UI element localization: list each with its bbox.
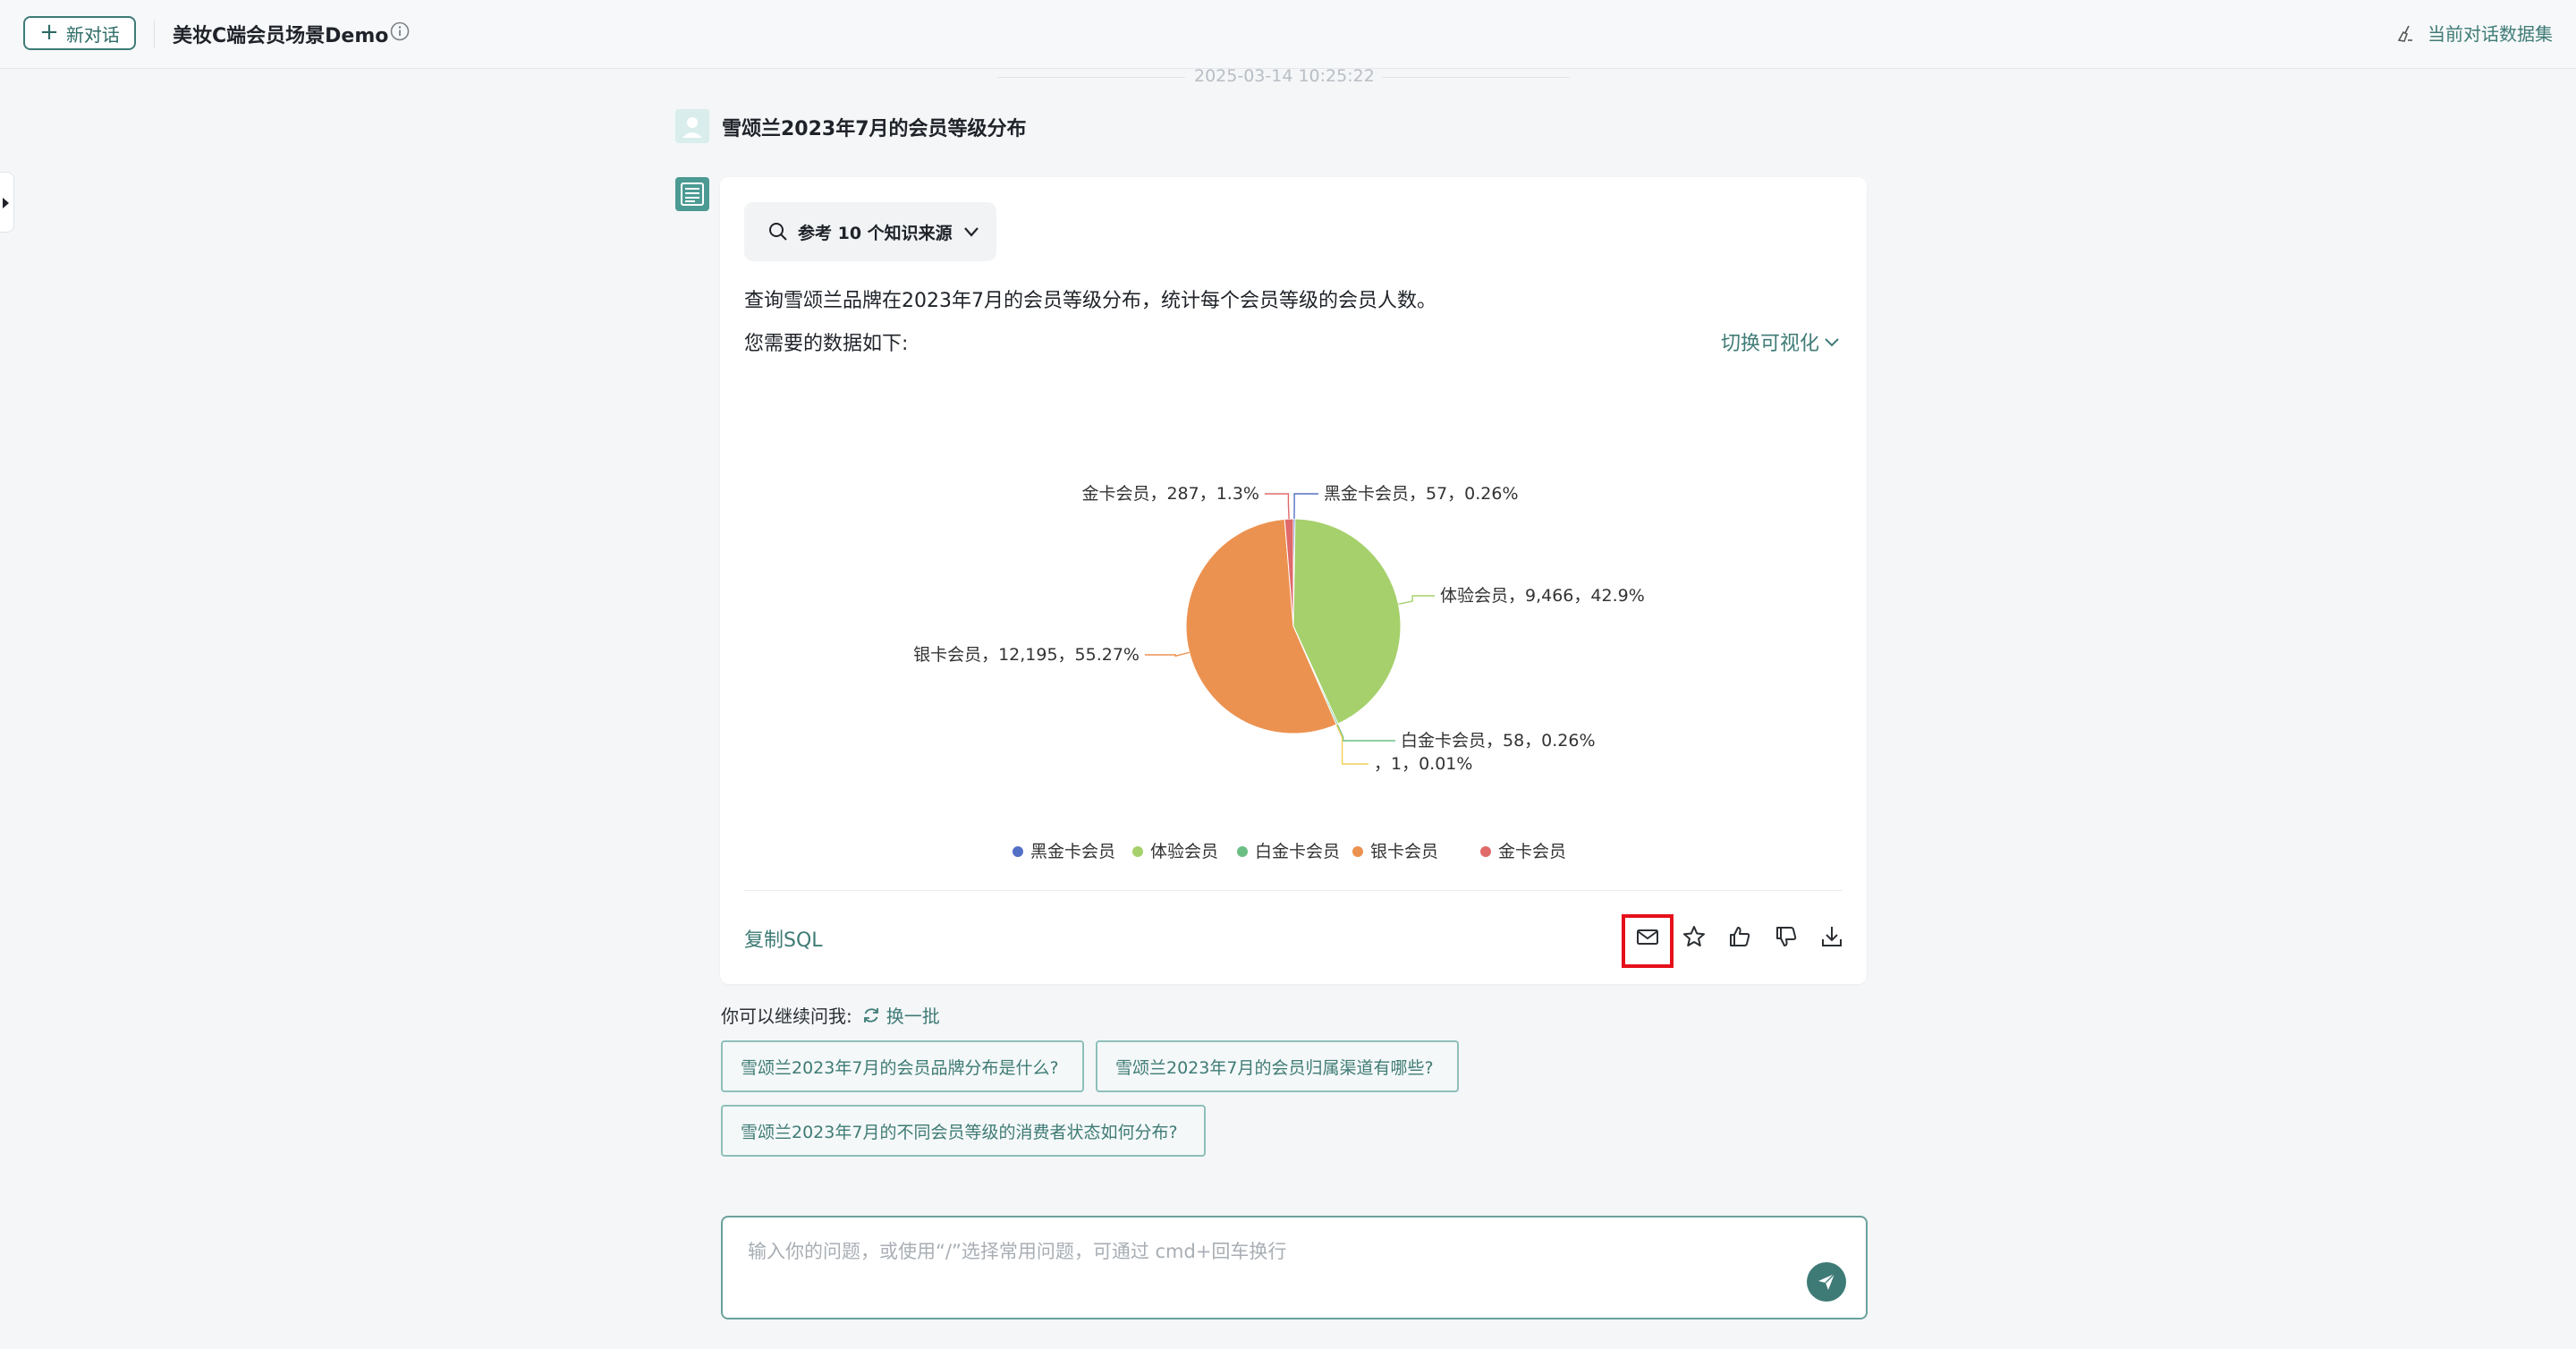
pie-chart: 黑金卡会员，57，0.26% 体验会员，9,466，42.9% 白金卡会员，58，0… <box>744 376 1843 877</box>
sidebar-toggle[interactable] <box>0 172 14 233</box>
suggestion-chip[interactable]: 雪颂兰2023年7月的会员品牌分布是什么? <box>721 1040 1084 1092</box>
assistant-avatar <box>675 177 709 211</box>
legend-label[interactable]: 白金卡会员 <box>1255 842 1340 861</box>
data-intro: 您需要的数据如下: <box>744 333 909 355</box>
info-icon[interactable] <box>390 21 410 41</box>
legend-label[interactable]: 银卡会员 <box>1370 842 1438 861</box>
copy-sql-button[interactable]: 复制SQL <box>744 924 823 953</box>
search-icon <box>769 223 787 241</box>
followup-label: 你可以继续问我: <box>721 1005 852 1027</box>
plus-icon: + <box>39 19 59 46</box>
answer-text: 查询雪颂兰品牌在2023年7月的会员等级分布，统计每个会员等级的会员人数。 <box>744 290 1436 312</box>
dataset-label: 当前对话数据集 <box>2428 23 2553 45</box>
top-bar: + 新对话 美妆C端会员场景Demo 当前对话数据集 <box>0 0 2576 69</box>
download-icon[interactable] <box>1818 923 1845 950</box>
legend-marker[interactable] <box>1132 846 1143 857</box>
message-timestamp: 2025-03-14 10:25:22 <box>1194 66 1375 86</box>
header-divider <box>154 20 155 48</box>
switch-viz-label: 切换可视化 <box>1720 333 1819 355</box>
chevron-down-icon <box>963 227 979 237</box>
app-title: 美妆C端会员场景Demo <box>173 25 389 47</box>
thumbs-down-icon[interactable] <box>1773 923 1800 950</box>
refresh-suggestions-button[interactable]: 换一批 <box>861 1002 940 1028</box>
sources-label: 参考 10 个知识来源 <box>798 223 953 243</box>
pie-data-label: ，1，0.01% <box>1374 754 1472 774</box>
broom-icon <box>2397 25 2412 42</box>
chevron-down-icon <box>1825 338 1839 347</box>
thumbs-up-icon[interactable] <box>1726 923 1753 950</box>
highlight-box <box>1622 914 1674 968</box>
pie-data-label: 金卡会员，287，1.3% <box>1081 484 1259 504</box>
new-chat-label: 新对话 <box>65 23 120 46</box>
refresh-label: 换一批 <box>886 1005 940 1027</box>
user-avatar <box>675 109 709 143</box>
document-icon <box>681 182 704 206</box>
chat-input[interactable] <box>746 1235 1733 1275</box>
pie-data-label: 体验会员，9,466，42.9% <box>1440 586 1645 606</box>
user-question: 雪颂兰2023年7月的会员等级分布 <box>722 118 1027 140</box>
legend-label[interactable]: 金卡会员 <box>1498 842 1566 861</box>
timestamp-line-left <box>997 77 1185 78</box>
switch-visualization-button[interactable]: 切换可视化 <box>1721 327 1841 356</box>
new-chat-button[interactable]: + 新对话 <box>23 16 136 50</box>
send-icon <box>1818 1273 1835 1290</box>
user-icon <box>682 117 702 138</box>
pie-leader-line <box>1335 724 1368 765</box>
pie-leader-line <box>1265 493 1290 520</box>
pie-chart-svg: 黑金卡会员，57，0.26% 体验会员，9,466，42.9% 白金卡会员，58，0… <box>913 484 1645 861</box>
chat-input-box <box>721 1216 1868 1319</box>
star-icon[interactable] <box>1681 923 1707 950</box>
pie-leader-line <box>1145 651 1190 658</box>
pie-data-label: 白金卡会员，58，0.26% <box>1401 731 1596 751</box>
pie-leader-line <box>1398 595 1435 606</box>
send-button[interactable] <box>1807 1262 1846 1302</box>
pie-leader-line <box>1293 493 1318 520</box>
legend-marker[interactable] <box>1013 846 1023 857</box>
pie-data-label: 银卡会员，12,195，55.27% <box>913 645 1140 665</box>
timestamp-line-right <box>1382 77 1570 78</box>
followup-header: 你可以继续问我: 换一批 <box>721 1002 940 1028</box>
suggestion-chip[interactable]: 雪颂兰2023年7月的会员归属渠道有哪些? <box>1096 1040 1459 1092</box>
legend-marker[interactable] <box>1352 846 1363 857</box>
suggestion-chip[interactable]: 雪颂兰2023年7月的不同会员等级的消费者状态如何分布? <box>721 1105 1206 1157</box>
legend-marker[interactable] <box>1237 846 1248 857</box>
pie-leader-line <box>1336 724 1395 742</box>
refresh-icon <box>863 1007 878 1022</box>
current-dataset-link[interactable]: 当前对话数据集 <box>2395 20 2553 46</box>
pie-data-label: 黑金卡会员，57，0.26% <box>1324 484 1519 504</box>
card-divider <box>744 890 1843 891</box>
legend-label[interactable]: 体验会员 <box>1150 842 1218 861</box>
legend-marker[interactable] <box>1480 846 1491 857</box>
knowledge-sources-button[interactable]: 参考 10 个知识来源 <box>744 202 996 261</box>
legend-label[interactable]: 黑金卡会员 <box>1030 842 1115 861</box>
